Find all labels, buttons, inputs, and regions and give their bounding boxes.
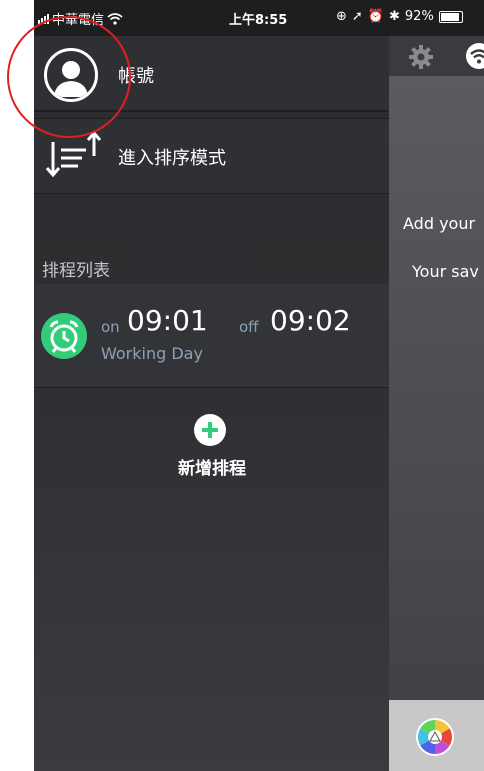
- status-bar: 中華電信 上午8:55 ⊕ ➚ ⏰ ✱ 92%: [34, 0, 484, 36]
- on-time: 09:01: [127, 304, 208, 337]
- sort-icon: [45, 130, 102, 178]
- alarm-clock-icon[interactable]: [40, 312, 88, 360]
- off-time: 09:02: [270, 304, 351, 337]
- app-screen: 中華電信 上午8:55 ⊕ ➚ ⏰ ✱ 92% 帳號 進入排序模式 排程列表 o…: [0, 0, 484, 771]
- bluetooth-icon: ✱: [389, 9, 400, 24]
- main-bottom-bar: [389, 700, 484, 771]
- location-icon: ➚: [351, 9, 363, 24]
- schedule-item[interactable]: on 09:01 off 09:02 Working Day: [34, 284, 389, 388]
- add-schedule-button[interactable]: 新增排程: [162, 454, 262, 479]
- account-label: 帳號: [118, 66, 154, 87]
- gear-icon[interactable]: [407, 43, 435, 71]
- on-label: on: [101, 318, 120, 336]
- schedule-day-label: Working Day: [101, 344, 203, 363]
- sort-mode-label: 進入排序模式: [118, 148, 226, 169]
- add-device-text: Add your: [403, 214, 476, 233]
- battery-percent: 92%: [404, 9, 434, 24]
- off-label: off: [239, 318, 259, 336]
- saved-text: Your sav: [412, 262, 479, 281]
- alarm-status-icon: ⏰: [367, 9, 384, 24]
- lock-rotation-icon: ⊕: [336, 9, 347, 24]
- schedule-section-title: 排程列表: [42, 261, 110, 281]
- main-view-peek: Add your Your sav: [389, 36, 484, 771]
- status-right: ⊕ ➚ ⏰ ✱ 92%: [336, 9, 463, 24]
- battery-icon: [438, 10, 463, 23]
- signal-icon: [38, 13, 49, 24]
- status-time: 上午8:55: [229, 13, 288, 28]
- add-icon[interactable]: [193, 413, 227, 447]
- carrier-label: 中華電信: [52, 13, 105, 28]
- status-left: 中華電信: [38, 9, 123, 28]
- account-row[interactable]: [34, 36, 389, 112]
- avatar-icon: [44, 48, 98, 102]
- color-wheel-icon[interactable]: [415, 717, 455, 757]
- wifi-status-icon: [107, 12, 123, 25]
- side-drawer: 帳號 進入排序模式 排程列表 on 09:01 off 09:02 Workin…: [34, 36, 389, 771]
- main-top-bar: [389, 36, 484, 76]
- wifi-icon[interactable]: [465, 42, 484, 70]
